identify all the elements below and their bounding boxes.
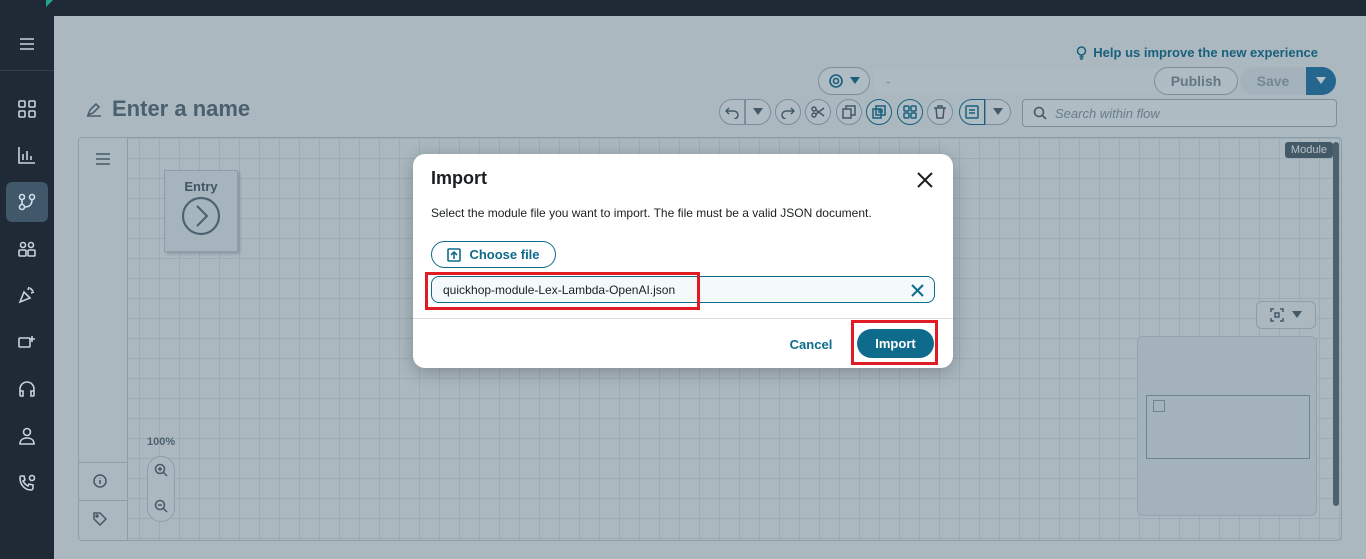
- channels-icon[interactable]: [6, 322, 48, 362]
- dashboard-icon[interactable]: [6, 89, 48, 129]
- top-bar: [0, 0, 1366, 16]
- brand-mark: [46, 0, 53, 7]
- dialog-description: Select the module file you want to impor…: [431, 206, 872, 220]
- user-icon[interactable]: [6, 416, 48, 456]
- choose-file-label: Choose file: [469, 247, 540, 262]
- close-icon: [910, 283, 924, 297]
- nav-divider: [0, 70, 54, 71]
- menu-icon[interactable]: [6, 24, 48, 64]
- upload-icon: [447, 247, 462, 262]
- users-icon[interactable]: [6, 229, 48, 269]
- cancel-button[interactable]: Cancel: [781, 334, 841, 354]
- headset-icon[interactable]: [6, 369, 48, 409]
- close-icon: [917, 172, 933, 188]
- phone-icon[interactable]: [6, 463, 48, 503]
- close-button[interactable]: [913, 168, 937, 192]
- clear-file-button[interactable]: [908, 281, 926, 299]
- dialog-title: Import: [431, 168, 487, 188]
- choose-file-button[interactable]: Choose file: [431, 241, 556, 268]
- import-highlight-box: [851, 320, 938, 365]
- routing-icon[interactable]: [6, 182, 48, 222]
- campaign-icon[interactable]: [6, 275, 48, 315]
- dialog-divider: [413, 318, 953, 319]
- left-nav: [0, 16, 54, 559]
- file-highlight-box: [425, 272, 700, 310]
- analytics-icon[interactable]: [6, 135, 48, 175]
